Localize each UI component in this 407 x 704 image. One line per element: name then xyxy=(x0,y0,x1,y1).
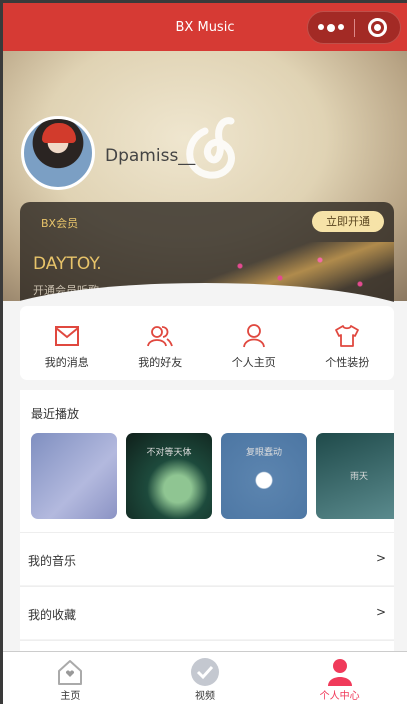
target-icon[interactable] xyxy=(368,18,387,37)
quick-label: 个人主页 xyxy=(231,356,276,369)
tshirt-icon xyxy=(335,325,360,347)
more-dots-icon[interactable] xyxy=(308,23,354,32)
tab-label: 视频 xyxy=(195,691,215,702)
quick-label: 我的好友 xyxy=(138,356,183,369)
quick-messages[interactable]: 我的消息 xyxy=(20,306,114,380)
tab-bar: 主页 视频 个人中心 xyxy=(3,651,407,704)
capsule-divider xyxy=(354,18,355,37)
quick-homepage[interactable]: 个人主页 xyxy=(207,306,301,380)
app-title: BX Music xyxy=(175,20,235,35)
album-cover[interactable]: 复眼蠢动 xyxy=(221,433,307,519)
quick-label: 我的消息 xyxy=(44,356,89,369)
person-icon xyxy=(327,659,352,686)
nav-header: BX Music xyxy=(3,3,407,51)
tab-label: 个人中心 xyxy=(319,691,360,702)
mini-program-capsule xyxy=(307,11,401,44)
tab-video[interactable]: 视频 xyxy=(138,652,273,704)
profile-banner: Dpamiss__ BX会员 立即开通 DAYTOY. 开通会员听歌 xyxy=(3,51,407,323)
quick-actions: 我的消息 我的好友 个人主页 个性装扮 xyxy=(20,306,394,380)
list-label: 我的收藏 xyxy=(28,608,77,622)
recent-covers[interactable]: 不对等天体 复眼蠢动 雨天 xyxy=(31,433,394,521)
list-item-my-favorites[interactable]: 我的收藏 > xyxy=(20,586,394,639)
recent-title: 最近播放 xyxy=(31,407,80,421)
list-item-my-music[interactable]: 我的音乐 > xyxy=(20,532,394,585)
username: Dpamiss__ xyxy=(105,146,196,166)
app: BX Music Dpamiss__ BX会员 立即开通 DAYTOY. 开通会… xyxy=(3,3,407,704)
vip-title: DAYTOY. xyxy=(33,254,102,274)
tab-profile[interactable]: 个人中心 xyxy=(272,652,407,704)
recent-played: 最近播放 不对等天体 复眼蠢动 雨天 xyxy=(20,390,394,532)
list-label: 我的音乐 xyxy=(28,554,77,568)
chevron-right-icon: > xyxy=(375,605,386,619)
tab-label: 主页 xyxy=(60,691,81,702)
album-cover[interactable]: 雨天 xyxy=(316,433,394,519)
video-check-icon xyxy=(191,658,219,686)
avatar[interactable] xyxy=(21,116,95,190)
user-icon xyxy=(242,324,265,348)
quick-decoration[interactable]: 个性装扮 xyxy=(301,306,395,380)
home-icon xyxy=(58,660,83,685)
mail-icon xyxy=(54,326,79,346)
tab-home[interactable]: 主页 xyxy=(3,652,138,704)
album-cover[interactable]: 不对等天体 xyxy=(126,433,212,519)
quick-friends[interactable]: 我的好友 xyxy=(114,306,208,380)
quick-label: 个性装扮 xyxy=(325,356,370,369)
chevron-right-icon: > xyxy=(375,551,386,565)
vip-tag: BX会员 xyxy=(41,217,79,230)
album-cover[interactable] xyxy=(31,433,117,519)
friends-icon xyxy=(147,326,174,347)
open-vip-button[interactable]: 立即开通 xyxy=(312,211,384,232)
